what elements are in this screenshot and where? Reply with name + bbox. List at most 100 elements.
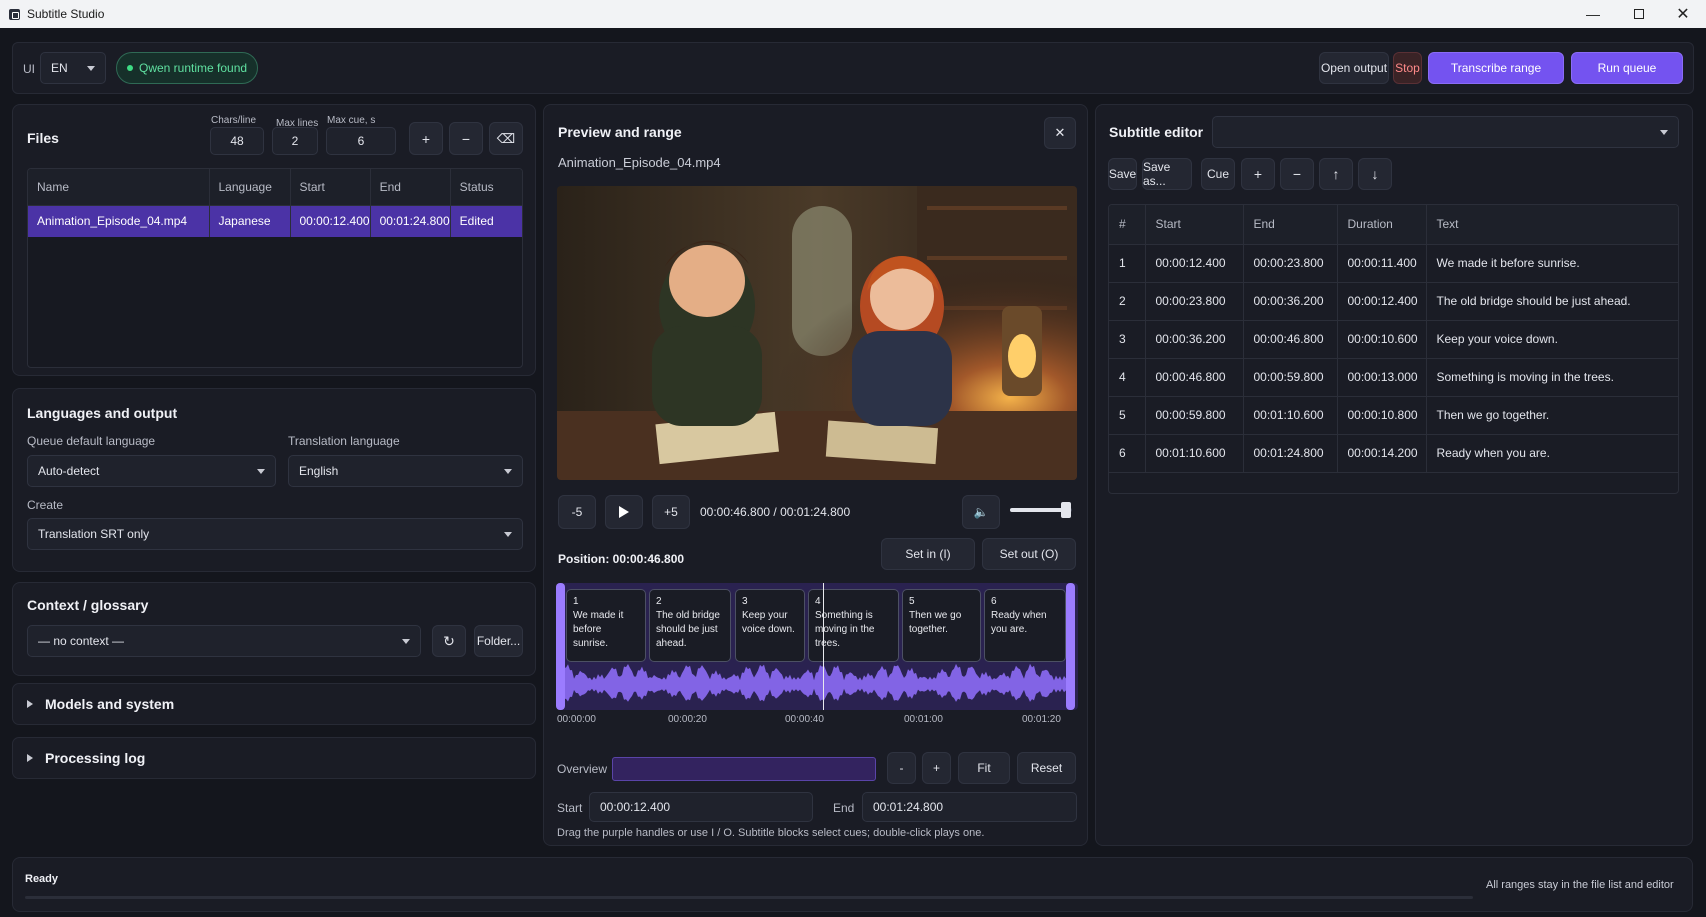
cue-button[interactable]: Cue bbox=[1201, 158, 1235, 190]
timeline-cue[interactable]: 2 The old bridge should be just ahead. bbox=[649, 589, 731, 662]
col-end[interactable]: End bbox=[1243, 205, 1338, 245]
table-row[interactable]: 6 00:01:10.600 00:01:24.800 00:00:14.200 Rea… bbox=[1109, 434, 1678, 473]
set-out-button[interactable]: Set out (O) bbox=[982, 538, 1076, 570]
cue-start[interactable]: 00:00:23.800 bbox=[1145, 282, 1244, 321]
clear-list-button[interactable]: ⌫ bbox=[489, 122, 523, 155]
status-text: Ready bbox=[25, 873, 59, 885]
cue-start[interactable]: 00:00:46.800 bbox=[1145, 358, 1244, 397]
col-status[interactable]: Status bbox=[450, 169, 522, 206]
folder-button[interactable]: Folder... bbox=[474, 625, 523, 657]
run-queue-button[interactable]: Run queue bbox=[1571, 52, 1683, 84]
table-row[interactable]: 4 00:00:46.800 00:00:59.800 00:00:13.000 Som… bbox=[1109, 358, 1678, 397]
file-end: 00:01:24.800 bbox=[370, 205, 451, 237]
subtitle-table: # Start End Duration Text 1 00:00:12.400 0… bbox=[1108, 204, 1679, 494]
zoom-out-button[interactable]: - bbox=[887, 752, 916, 784]
cue-end[interactable]: 00:01:10.600 bbox=[1243, 396, 1338, 435]
reset-button[interactable]: Reset bbox=[1017, 752, 1076, 784]
cue-text[interactable]: Something is moving in the trees. bbox=[1426, 358, 1678, 397]
remove-cue-button[interactable]: − bbox=[1280, 158, 1314, 190]
cue-text[interactable]: Keep your voice down. bbox=[1426, 320, 1678, 359]
close-preview-button[interactable]: ✕ bbox=[1044, 117, 1076, 149]
cue-start[interactable]: 00:00:36.200 bbox=[1145, 320, 1244, 359]
move-down-button[interactable]: ↓ bbox=[1358, 158, 1392, 190]
col-start[interactable]: Start bbox=[1145, 205, 1244, 245]
cue-end[interactable]: 00:00:36.200 bbox=[1243, 282, 1338, 321]
models-title: Models and system bbox=[45, 696, 175, 712]
range-start-input[interactable]: 00:00:12.400 bbox=[589, 792, 813, 822]
subtitle-file-select[interactable] bbox=[1212, 116, 1679, 148]
timeline-cue[interactable]: 5 Then we go together. bbox=[902, 589, 981, 662]
range-end-handle[interactable] bbox=[1066, 583, 1075, 710]
play-button[interactable] bbox=[605, 495, 643, 529]
cue-start[interactable]: 00:01:10.600 bbox=[1145, 434, 1244, 473]
stop-button[interactable]: Stop bbox=[1393, 52, 1422, 84]
window-title: Subtitle Studio bbox=[27, 7, 105, 21]
chars-line-input[interactable]: 48 bbox=[210, 127, 264, 155]
table-row[interactable]: 2 00:00:23.800 00:00:36.200 00:00:12.400 The… bbox=[1109, 282, 1678, 321]
save-button[interactable]: Save bbox=[1108, 158, 1137, 190]
timeline-cue[interactable]: 4 Something is moving in the trees. bbox=[808, 589, 899, 662]
volume-slider[interactable] bbox=[1010, 502, 1072, 518]
table-row[interactable]: 1 00:00:12.400 00:00:23.800 00:00:11.400 We … bbox=[1109, 244, 1678, 283]
range-end-input[interactable]: 00:01:24.800 bbox=[862, 792, 1077, 822]
move-up-button[interactable]: ↑ bbox=[1319, 158, 1353, 190]
processing-log-section[interactable]: Processing log bbox=[12, 737, 536, 779]
cue-end[interactable]: 00:01:24.800 bbox=[1243, 434, 1338, 473]
cue-end[interactable]: 00:00:46.800 bbox=[1243, 320, 1338, 359]
translation-language-select[interactable]: English bbox=[288, 455, 523, 487]
save-as-button[interactable]: Save as... bbox=[1142, 158, 1192, 190]
context-select[interactable]: — no context — bbox=[27, 625, 421, 657]
file-language: Japanese bbox=[209, 205, 291, 237]
cue-start[interactable]: 00:00:59.800 bbox=[1145, 396, 1244, 435]
col-index[interactable]: # bbox=[1109, 205, 1146, 245]
add-file-button[interactable]: + bbox=[409, 122, 443, 155]
cue-text[interactable]: The old bridge should be just ahead. bbox=[1426, 282, 1678, 321]
zoom-in-button[interactable]: + bbox=[922, 752, 951, 784]
col-text[interactable]: Text bbox=[1426, 205, 1678, 245]
col-duration[interactable]: Duration bbox=[1337, 205, 1427, 245]
add-cue-button[interactable]: + bbox=[1241, 158, 1275, 190]
video-image bbox=[557, 186, 1077, 480]
cue-text[interactable]: We made it before sunrise. bbox=[1426, 244, 1678, 283]
queue-language-select[interactable]: Auto-detect bbox=[27, 455, 276, 487]
volume-button[interactable]: 🔈 bbox=[962, 495, 1000, 529]
backspace-icon: ⌫ bbox=[496, 130, 516, 146]
create-select[interactable]: Translation SRT only bbox=[27, 518, 523, 550]
models-section[interactable]: Models and system bbox=[12, 683, 536, 725]
cue-text[interactable]: Then we go together. bbox=[1426, 396, 1678, 435]
open-output-button[interactable]: Open output bbox=[1319, 52, 1389, 84]
col-start[interactable]: Start bbox=[290, 169, 371, 206]
maximize-icon[interactable] bbox=[1616, 0, 1662, 28]
forward-5-button[interactable]: +5 bbox=[652, 495, 690, 529]
minimize-icon[interactable]: — bbox=[1570, 0, 1616, 28]
back-5-button[interactable]: -5 bbox=[558, 495, 596, 529]
cue-start[interactable]: 00:00:12.400 bbox=[1145, 244, 1244, 283]
table-row[interactable]: Animation_Episode_04.mp4 Japanese 00:00:… bbox=[28, 205, 522, 237]
timeline-cue[interactable]: 6 Ready when you are. bbox=[984, 589, 1066, 662]
start-label: Start bbox=[557, 801, 583, 815]
ui-language-select[interactable]: EN bbox=[40, 52, 106, 84]
col-end[interactable]: End bbox=[370, 169, 451, 206]
fit-button[interactable]: Fit bbox=[958, 752, 1010, 784]
cue-end[interactable]: 00:00:23.800 bbox=[1243, 244, 1338, 283]
overview-bar[interactable] bbox=[612, 757, 876, 781]
set-in-button[interactable]: Set in (I) bbox=[881, 538, 975, 570]
cue-text[interactable]: Ready when you are. bbox=[1426, 434, 1678, 473]
table-row[interactable]: 3 00:00:36.200 00:00:46.800 00:00:10.600 Kee… bbox=[1109, 320, 1678, 359]
timeline-cue[interactable]: 3 Keep your voice down. bbox=[735, 589, 805, 662]
max-lines-input[interactable]: 2 bbox=[272, 127, 318, 155]
col-language[interactable]: Language bbox=[209, 169, 291, 206]
volume-handle[interactable] bbox=[1060, 502, 1071, 518]
col-name[interactable]: Name bbox=[28, 169, 210, 206]
table-row[interactable]: 5 00:00:59.800 00:01:10.600 00:00:10.800 The… bbox=[1109, 396, 1678, 435]
transcribe-range-button[interactable]: Transcribe range bbox=[1428, 52, 1564, 84]
refresh-context-button[interactable]: ↻ bbox=[432, 625, 466, 657]
cue-end[interactable]: 00:00:59.800 bbox=[1243, 358, 1338, 397]
remove-file-button[interactable]: − bbox=[449, 122, 483, 155]
timeline-cue[interactable]: 1 We made it before sunrise. bbox=[566, 589, 646, 662]
range-start-handle[interactable] bbox=[556, 583, 565, 710]
playhead[interactable] bbox=[823, 583, 824, 710]
close-window-icon[interactable]: ✕ bbox=[1660, 0, 1706, 28]
video-frame[interactable] bbox=[557, 186, 1077, 480]
max-cue-input[interactable]: 6 bbox=[326, 127, 396, 155]
